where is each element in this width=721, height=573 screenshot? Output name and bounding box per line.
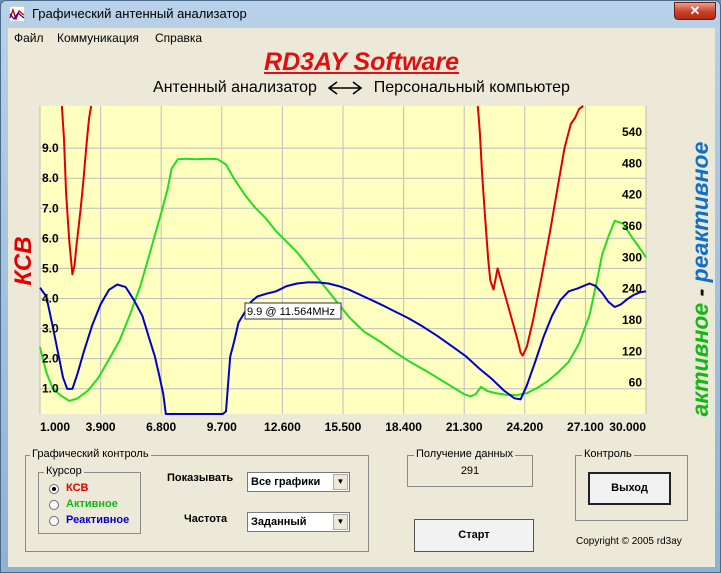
x-tick-label: 9.700 [207, 420, 237, 434]
right-tick-label: 180 [622, 313, 642, 327]
close-button[interactable]: ✕ [674, 2, 716, 20]
right-tick-label: 60 [629, 376, 643, 390]
x-tick-label: 6.800 [146, 420, 176, 434]
app-icon [9, 6, 25, 22]
x-tick-label: 15.500 [325, 420, 362, 434]
radio-swr[interactable] [49, 484, 59, 494]
radio-reactive-label[interactable]: Реактивное [66, 514, 129, 526]
start-button[interactable]: Старт [414, 519, 534, 552]
menu-bar: Файл Коммуникация Справка [8, 28, 715, 48]
menu-help[interactable]: Справка [155, 31, 202, 45]
freq-select[interactable]: Заданный ▼ [247, 512, 350, 532]
right-tick-label: 480 [622, 156, 642, 170]
chevron-down-icon[interactable]: ▼ [333, 474, 348, 490]
right-axis-label-reactive: реактивное [687, 141, 713, 283]
chart: 1.0 2.0 3.0 4.0 5.0 6.0 7.0 8.0 9.0 60 120 180 240 30… [10, 105, 713, 434]
right-axis-label-active: активное [687, 303, 713, 417]
control-title: Контроль [582, 448, 634, 460]
x-tick-label: 21.300 [446, 420, 483, 434]
double-arrow-icon [327, 81, 363, 95]
title-bar: Графический антенный анализатор ✕ [1, 1, 720, 27]
right-tick-label: 300 [622, 250, 642, 264]
right-tick-label: 540 [622, 125, 642, 139]
right-tick-label: 240 [622, 282, 642, 296]
radio-reactive[interactable] [49, 516, 59, 526]
subtitle-right: Персональный компьютер [373, 79, 570, 96]
cursor-group-title: Курсор [44, 465, 84, 477]
graph-control-title: Графический контроль [30, 448, 151, 460]
left-tick-label: 4.0 [42, 292, 59, 306]
exit-button[interactable]: Выход [588, 472, 671, 505]
data-receive-value: 291 [460, 465, 480, 477]
left-tick-label: 6.0 [42, 231, 59, 245]
x-tick-label: 1.000 [40, 420, 70, 434]
menu-communication[interactable]: Коммуникация [57, 31, 139, 45]
left-tick-label: 5.0 [42, 261, 59, 275]
radio-active[interactable] [49, 500, 59, 510]
show-label: Показывать [167, 472, 234, 484]
x-tick-label: 18.400 [385, 420, 422, 434]
show-select-value: Все графики [251, 476, 321, 488]
right-tick-label: 360 [622, 219, 642, 233]
app-window: Графический антенный анализатор ✕ Файл К… [0, 0, 721, 573]
window-title: Графический антенный анализатор [32, 6, 247, 21]
freq-label: Частота [184, 513, 228, 525]
subtitle: Антенный анализатор Персональный компьют… [8, 79, 715, 97]
brand-title: RD3AY Software [264, 48, 459, 76]
right-axis-label-sep: - [687, 282, 713, 302]
x-tick-label: 12.600 [264, 420, 301, 434]
x-tick-label: 27.100 [567, 420, 604, 434]
show-select[interactable]: Все графики ▼ [247, 472, 350, 492]
right-axis-label: активное - реактивное [687, 141, 713, 416]
copyright: Copyright © 2005 rd3ay [576, 536, 682, 547]
left-tick-label: 1.0 [42, 382, 59, 396]
x-tick-label: 24.200 [506, 420, 543, 434]
radio-swr-label[interactable]: КСВ [66, 482, 88, 494]
chevron-down-icon[interactable]: ▼ [333, 514, 348, 530]
left-axis-label: КСВ [10, 236, 37, 285]
freq-select-value: Заданный [251, 516, 307, 528]
left-tick-label: 8.0 [42, 171, 59, 185]
left-tick-label: 2.0 [42, 352, 59, 366]
cursor-tooltip: 9.9 @ 11.564MHz [247, 306, 335, 318]
x-tick-label: 3.900 [86, 420, 116, 434]
left-tick-label: 3.0 [42, 322, 59, 336]
client-area: Файл Коммуникация Справка RD3AY Software… [8, 28, 715, 567]
menu-file[interactable]: Файл [14, 31, 44, 45]
right-tick-label: 120 [622, 344, 642, 358]
data-receive-title: Получение данных [414, 448, 516, 460]
right-tick-label: 420 [622, 188, 642, 202]
left-tick-label: 7.0 [42, 201, 59, 215]
x-tick-label: 30.000 [609, 420, 646, 434]
subtitle-left: Антенный анализатор [153, 79, 317, 96]
radio-active-label[interactable]: Активное [66, 498, 118, 510]
left-tick-label: 9.0 [42, 141, 59, 155]
